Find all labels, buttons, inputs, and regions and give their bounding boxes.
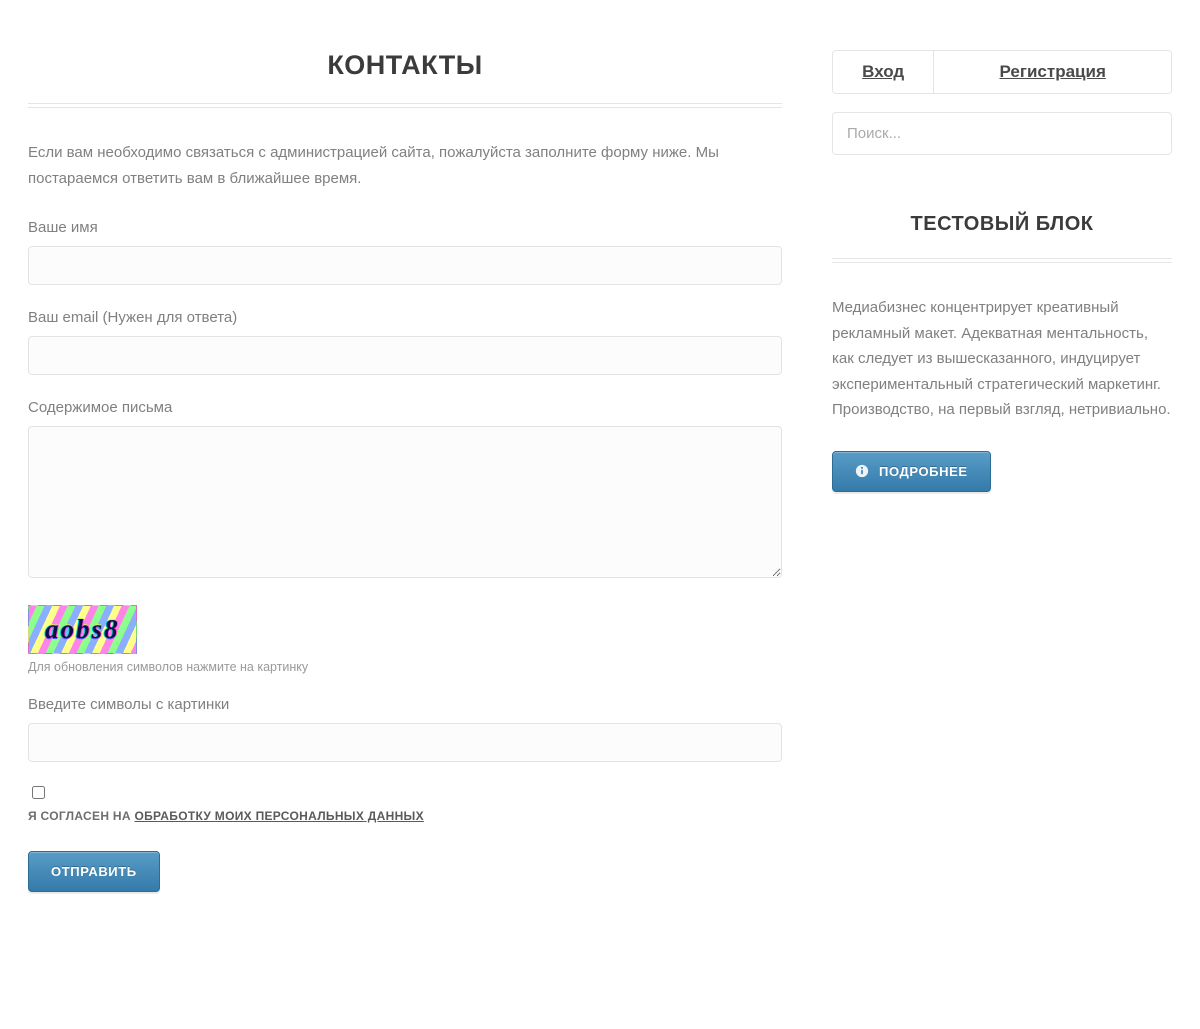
register-tab[interactable]: Регистрация [934,51,1171,93]
login-tab[interactable]: Вход [833,51,934,93]
consent-text: Я СОГЛАСЕН НА ОБРАБОТКУ МОИХ ПЕРСОНАЛЬНЫ… [28,809,424,823]
email-label: Ваш email (Нужен для ответа) [28,309,782,326]
page-title: КОНТАКТЫ [28,50,782,81]
consent-block: Я СОГЛАСЕН НА ОБРАБОТКУ МОИХ ПЕРСОНАЛЬНЫ… [28,786,782,823]
captcha-hint: Для обновления символов нажмите на карти… [28,660,782,674]
name-input[interactable] [28,246,782,285]
consent-link[interactable]: ОБРАБОТКУ МОИХ ПЕРСОНАЛЬНЫХ ДАННЫХ [135,809,424,823]
email-field[interactable] [28,336,782,375]
side-block-title: ТЕСТОВЫЙ БЛОК [832,213,1172,236]
heading-divider [28,103,782,108]
name-label: Ваше имя [28,219,782,236]
captcha-input[interactable] [28,723,782,762]
sidebar: Вход Регистрация ТЕСТОВЫЙ БЛОК Медиабизн… [832,50,1172,892]
submit-button[interactable]: ОТПРАВИТЬ [28,851,160,892]
captcha-group: Введите символы с картинки [28,696,782,762]
auth-panel: Вход Регистрация [832,50,1172,94]
captcha-image[interactable]: aobs8 [28,605,137,654]
email-group: Ваш email (Нужен для ответа) [28,309,782,375]
message-group: Содержимое письма [28,399,782,581]
search-input[interactable] [835,115,1169,152]
name-group: Ваше имя [28,219,782,285]
message-label: Содержимое письма [28,399,782,416]
submit-button-label: ОТПРАВИТЬ [51,864,137,879]
more-button-label: ПОДРОБНЕЕ [879,464,968,479]
intro-text: Если вам необходимо связаться с админист… [28,140,782,191]
side-heading-divider [832,258,1172,263]
message-textarea[interactable] [28,426,782,578]
consent-prefix: Я СОГЛАСЕН НА [28,809,135,823]
captcha-label: Введите символы с картинки [28,696,782,713]
info-icon [855,464,869,478]
search-wrap [832,112,1172,155]
more-button[interactable]: ПОДРОБНЕЕ [832,451,991,492]
side-block-body: Медиабизнес концентрирует креативный рек… [832,295,1172,423]
main-column: КОНТАКТЫ Если вам необходимо связаться с… [28,50,782,892]
consent-checkbox[interactable] [32,786,45,799]
